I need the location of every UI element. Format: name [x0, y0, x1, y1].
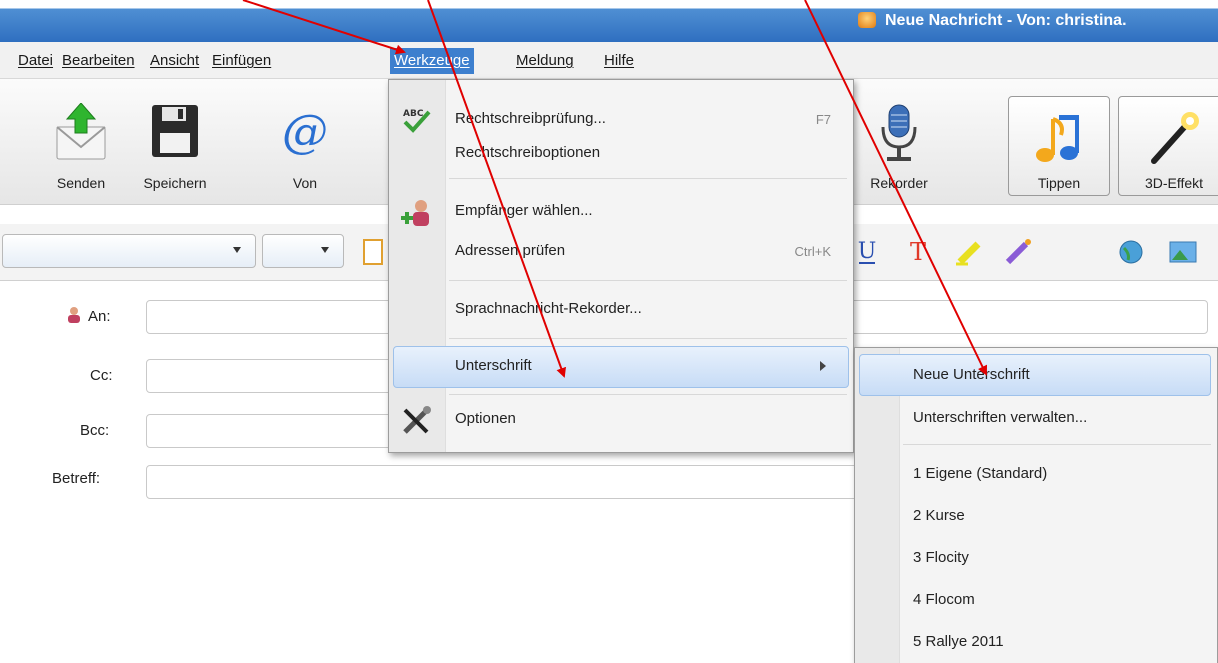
highlighter-icon[interactable] — [954, 238, 986, 266]
signature-item-label: 1 Eigene (Standard) — [913, 465, 1048, 482]
new-signature-label: Neue Unterschrift — [913, 366, 1030, 383]
signature-item-label: 3 Flocity — [913, 549, 969, 566]
tools-icon — [403, 406, 431, 434]
svg-text:U: U — [858, 239, 877, 264]
tools-menu: ABC Rechtschreibprüfung... F7 Rechtschre… — [388, 79, 854, 453]
save-label: Speichern — [143, 175, 207, 191]
contact-icon[interactable] — [66, 306, 82, 324]
text-color-icon[interactable]: T — [906, 238, 930, 266]
send-mail-icon — [56, 103, 106, 160]
font-size-select[interactable] — [262, 234, 344, 268]
spell-options-label: Rechtschreiboptionen — [455, 144, 601, 161]
person-add-icon — [401, 200, 429, 226]
menu-bar: Datei Bearbeiten Ansicht Einfügen Werkze… — [0, 42, 1218, 79]
bcc-label: Bcc: — [80, 422, 110, 439]
cc-label: Cc: — [90, 367, 113, 384]
menu-separator — [903, 444, 1211, 445]
signature-item-label: 2 Kurse — [913, 507, 965, 524]
voice-recorder-label: Sprachnachricht-Rekorder... — [455, 300, 642, 317]
title-bar: Neue Nachricht - Von: christina. — [0, 0, 1218, 42]
spellcheck-label: Rechtschreibprüfung... — [455, 110, 606, 127]
window-title: Neue Nachricht - Von: christina. — [885, 12, 1127, 29]
menu-datei[interactable]: Datei — [18, 50, 53, 72]
menu-ansicht[interactable]: Ansicht — [150, 50, 199, 72]
menu-separator — [449, 280, 847, 281]
recorder-label: Rekorder — [870, 175, 928, 191]
svg-text:@: @ — [282, 104, 328, 158]
subject-label: Betreff: — [52, 470, 101, 487]
submenu-item-signature-4[interactable]: 4 Flocom — [855, 580, 1217, 620]
3d-effects-label: 3D-Effekt — [1144, 175, 1204, 191]
manage-signatures-label: Unterschriften verwalten... — [913, 409, 1088, 426]
signature-item-label: 4 Flocom — [913, 591, 975, 608]
page-icon[interactable] — [362, 238, 384, 266]
abc-check-icon: ABC — [403, 109, 431, 133]
submenu-item-signature-5[interactable]: 5 Rallye 2011 — [855, 622, 1217, 662]
menu-hilfe[interactable]: Hilfe — [604, 50, 634, 72]
chevron-down-icon — [233, 247, 241, 253]
to-label: An: — [88, 308, 111, 325]
signature-submenu: Neue Unterschrift Unterschriften verwalt… — [854, 347, 1218, 663]
submenu-item-signature-2[interactable]: 2 Kurse — [855, 496, 1217, 536]
check-addresses-shortcut: Ctrl+K — [794, 244, 831, 259]
globe-icon[interactable] — [1118, 238, 1144, 266]
menu-item-options[interactable]: Optionen — [389, 400, 853, 440]
tips-button[interactable]: Tippen — [1008, 96, 1110, 196]
at-sign-icon: @ — [282, 104, 328, 158]
music-notes-icon — [1036, 115, 1079, 162]
app-icon — [858, 12, 876, 28]
microphone-icon — [881, 104, 917, 161]
chevron-down-icon — [321, 247, 329, 253]
svg-text:T: T — [910, 238, 926, 266]
menu-item-check-addresses[interactable]: Adressen prüfen Ctrl+K — [389, 232, 853, 272]
from-label: Von — [292, 175, 318, 191]
select-recipients-label: Empfänger wählen... — [455, 202, 593, 219]
floppy-disk-icon — [152, 105, 198, 157]
tips-label: Tippen — [1037, 175, 1081, 191]
image-icon[interactable] — [1168, 238, 1198, 266]
check-addresses-label: Adressen prüfen — [455, 242, 566, 259]
menu-item-select-recipients[interactable]: Empfänger wählen... — [389, 192, 853, 232]
menu-item-voice-recorder[interactable]: Sprachnachricht-Rekorder... — [389, 290, 853, 330]
menu-meldung[interactable]: Meldung — [516, 50, 574, 72]
menu-einfuegen[interactable]: Einfügen — [212, 50, 271, 72]
send-label: Senden — [56, 175, 106, 191]
3d-effects-button[interactable]: 3D-Effekt — [1118, 96, 1218, 196]
submenu-arrow-icon — [820, 361, 826, 371]
options-label: Optionen — [455, 410, 516, 427]
submenu-item-new-signature[interactable]: Neue Unterschrift — [859, 354, 1211, 396]
send-button[interactable]: Senden — [36, 79, 126, 204]
save-button[interactable]: Speichern — [130, 79, 220, 204]
menu-bearbeiten[interactable]: Bearbeiten — [62, 50, 135, 72]
menu-item-signature[interactable]: Unterschrift — [393, 346, 849, 388]
from-button[interactable]: @ Von — [260, 79, 350, 204]
menu-werkzeuge[interactable]: Werkzeuge — [390, 48, 474, 74]
submenu-item-manage-signatures[interactable]: Unterschriften verwalten... — [855, 398, 1217, 438]
spellcheck-shortcut: F7 — [815, 112, 831, 127]
svg-text:ABC: ABC — [403, 109, 424, 119]
underline-icon[interactable]: U — [856, 238, 878, 266]
brush-icon[interactable] — [1004, 238, 1034, 266]
font-family-select[interactable] — [2, 234, 256, 268]
signature-item-label: 5 Rallye 2011 — [913, 633, 1004, 650]
recorder-button[interactable]: Rekorder — [854, 79, 944, 204]
menu-separator — [449, 178, 847, 179]
menu-separator — [449, 394, 847, 395]
signature-label: Unterschrift — [455, 357, 532, 374]
menu-item-spell-options[interactable]: Rechtschreiboptionen — [389, 134, 853, 174]
magic-wand-icon — [1151, 112, 1199, 164]
submenu-item-signature-3[interactable]: 3 Flocity — [855, 538, 1217, 578]
submenu-item-signature-1[interactable]: 1 Eigene (Standard) — [855, 454, 1217, 494]
menu-separator — [449, 338, 847, 339]
